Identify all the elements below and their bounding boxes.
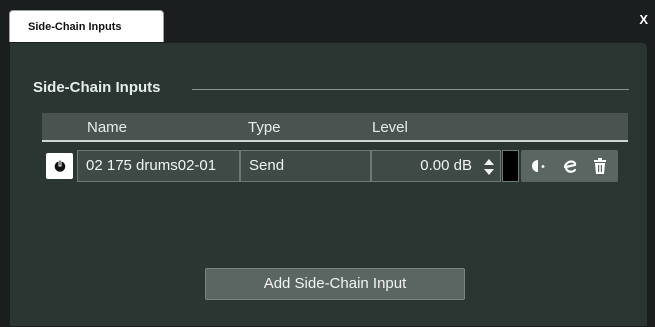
trash-icon[interactable] — [591, 157, 609, 175]
pre-post-fader-icon[interactable] — [530, 157, 548, 175]
section-title: Side-Chain Inputs — [33, 79, 161, 96]
table-header: Name Type Level — [42, 113, 628, 142]
column-header-type: Type — [248, 119, 281, 136]
tab-label: Side-Chain Inputs — [28, 21, 122, 33]
edit-icon[interactable] — [561, 157, 579, 175]
side-chain-inputs-window: Side-Chain Inputs X Side-Chain Inputs Na… — [0, 0, 655, 327]
level-value-field[interactable]: 0.00 dB — [371, 150, 501, 182]
column-header-level: Level — [372, 119, 408, 136]
table-row: 02 175 drums02-01 Send 0.00 dB — [42, 150, 618, 182]
activate-toggle-button[interactable] — [46, 153, 73, 179]
input-name-field[interactable]: 02 175 drums02-01 — [77, 150, 240, 182]
row-actions — [521, 150, 618, 182]
close-button[interactable]: X — [639, 12, 648, 27]
input-type-field[interactable]: Send — [240, 150, 371, 182]
section-divider — [192, 89, 629, 90]
power-icon — [54, 159, 65, 172]
level-value: 0.00 dB — [420, 157, 472, 174]
column-header-name: Name — [87, 119, 128, 136]
spin-arrows-icon[interactable] — [484, 159, 494, 175]
level-meter — [502, 150, 519, 182]
tab-side-chain-inputs[interactable]: Side-Chain Inputs — [9, 10, 164, 43]
add-side-chain-input-button[interactable]: Add Side-Chain Input — [205, 268, 465, 300]
